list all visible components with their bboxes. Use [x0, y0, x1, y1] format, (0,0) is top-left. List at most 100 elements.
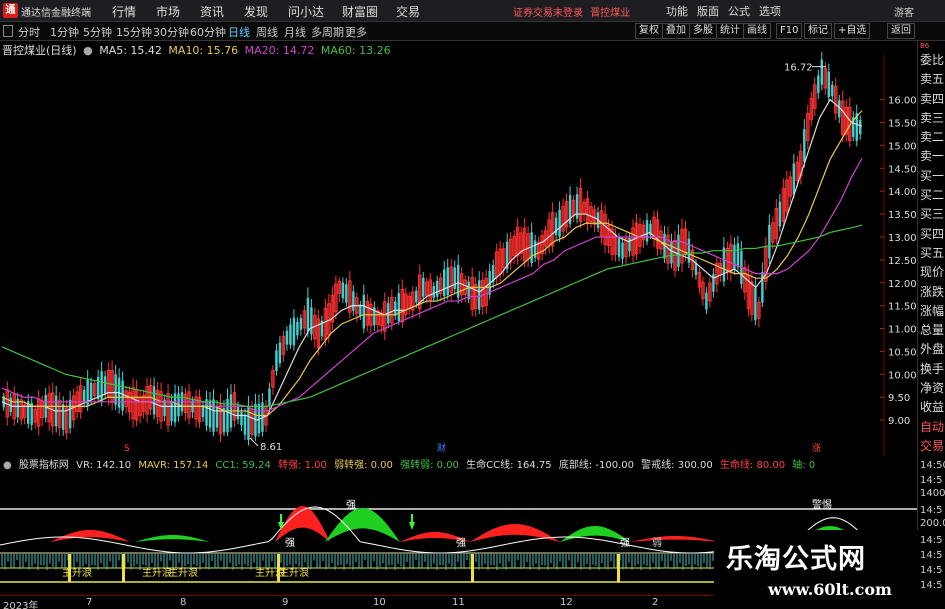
price-tick-label: 12.50 — [888, 256, 917, 267]
menu-caifuquan[interactable]: 财富圈 — [342, 3, 378, 20]
period-multi[interactable]: 多周期 — [311, 24, 344, 40]
candle-down — [278, 342, 282, 364]
guest-label[interactable]: 游客 — [894, 4, 914, 19]
candle-down — [310, 307, 313, 335]
tongji-button[interactable]: 统计 — [716, 23, 744, 39]
panel-trade[interactable]: 交易 — [918, 437, 945, 456]
menu-hangqing[interactable]: 行情 — [112, 3, 136, 20]
watermark-box: 乐淘公式网 www.60lt.com — [714, 530, 918, 608]
candle-down — [275, 350, 278, 371]
back-button[interactable]: 返回 — [887, 23, 915, 39]
panel-buy3[interactable]: 买三 — [918, 205, 945, 224]
panel-buy2[interactable]: 买二 — [918, 186, 945, 205]
date-12: 12 — [560, 597, 573, 608]
page-icon[interactable] — [3, 25, 13, 37]
panel-netasset[interactable]: 净资 — [918, 379, 945, 398]
time-label: 14:5 — [920, 580, 943, 591]
period-1min[interactable]: 1分钟 — [50, 24, 79, 40]
vr-red-hump — [630, 536, 720, 542]
panel-sell5[interactable]: 卖五 — [918, 70, 945, 89]
candle-down — [645, 220, 649, 242]
f10-button[interactable]: F10 — [776, 23, 803, 39]
period-weekly[interactable]: 周线 — [256, 24, 278, 40]
panel-buy5[interactable]: 买五 — [918, 244, 945, 263]
menu-gongshi[interactable]: 公式 — [728, 3, 750, 19]
menu-zixun[interactable]: 资讯 — [200, 3, 224, 20]
panel-sell3[interactable]: 卖三 — [918, 109, 945, 128]
candle-down — [754, 287, 757, 321]
panel-buy4[interactable]: 买四 — [918, 225, 945, 244]
trade-login-status[interactable]: 证券交易未登录 晋控煤业 — [513, 4, 630, 19]
candle-down — [170, 400, 173, 422]
candle-down — [422, 277, 425, 297]
panel-turnover[interactable]: 换手 — [918, 360, 945, 379]
period-5min[interactable]: 5分钟 — [83, 24, 112, 40]
candle-down — [268, 388, 271, 406]
period-daily[interactable]: 日线 — [228, 24, 250, 40]
candle-down — [296, 321, 299, 336]
candle-down — [443, 269, 446, 297]
menu-faxian[interactable]: 发现 — [244, 3, 268, 20]
price-tick-label: 9.50 — [888, 393, 910, 404]
low-label: 8.61 — [260, 442, 282, 453]
menu-jiaoyi[interactable]: 交易 — [396, 3, 420, 20]
panel-outer[interactable]: 外盘 — [918, 340, 945, 359]
panel-sell1[interactable]: 卖一 — [918, 147, 945, 166]
panel-weibi[interactable]: 委比 — [918, 51, 945, 70]
main-rise-marker — [122, 554, 125, 582]
period-more[interactable]: 更多 — [345, 24, 367, 40]
candle-down — [89, 382, 93, 400]
menu-xuanxiang[interactable]: 选项 — [759, 3, 781, 19]
price-tick-label: 15.50 — [888, 119, 917, 130]
panel-change-pct[interactable]: 涨幅 — [918, 302, 945, 321]
panel-volume[interactable]: 总量 — [918, 321, 945, 340]
menu-gongneng[interactable]: 功能 — [666, 3, 688, 19]
panel-buy1[interactable]: 买一 — [918, 167, 945, 186]
candle-down — [299, 318, 303, 330]
huaxian-button[interactable]: 画线 — [743, 23, 771, 39]
period-15min[interactable]: 15分钟 — [116, 24, 152, 40]
add-favorite-button[interactable]: +自选 — [834, 23, 871, 39]
menu-wenxiaoda[interactable]: 问小达 — [288, 3, 324, 20]
candle-down — [96, 376, 100, 400]
period-fenshi[interactable]: 分时 — [18, 24, 40, 40]
candle-down — [212, 399, 215, 432]
title-bar: 通 通达信金融终端 行情 市场 资讯 发现 问小达 财富圈 交易 证券交易未登录… — [0, 0, 945, 22]
candle-down — [792, 163, 796, 195]
period-toolbar: 分时 1分钟 5分钟 15分钟 30分钟 60分钟 日线 周线 月线 多周期 更… — [0, 22, 945, 41]
time-label: 14:5 — [920, 550, 943, 561]
candle-down — [453, 267, 456, 289]
duogu-button[interactable]: 多股 — [689, 23, 717, 39]
panel-price[interactable]: 现价 — [918, 263, 945, 282]
candle-down — [397, 293, 401, 322]
price-tick-label: 9.00 — [888, 416, 910, 427]
menu-shichang[interactable]: 市场 — [156, 3, 180, 20]
menu-banmian[interactable]: 版面 — [697, 3, 719, 19]
indicator-text-label: 警惕 — [812, 498, 832, 511]
kline-chart-area[interactable]: 晋控煤业(日线) ● MA5: 15.42 MA10: 15.76 MA20: … — [0, 41, 917, 456]
candle-down — [100, 371, 103, 402]
panel-sell2[interactable]: 卖二 — [918, 128, 945, 147]
diejia-button[interactable]: 叠加 — [662, 23, 690, 39]
fuquan-button[interactable]: 复权 — [635, 23, 663, 39]
ind-ytick-1400: 1400.0 — [920, 488, 945, 499]
candle-down — [103, 376, 107, 394]
candle-down — [236, 405, 240, 420]
period-30min[interactable]: 30分钟 — [153, 24, 189, 40]
high-label: 16.72 — [784, 63, 813, 74]
price-tick-label: 11.00 — [888, 325, 917, 336]
date-7: 7 — [86, 597, 93, 608]
ma-line-ma20 — [1, 157, 863, 412]
period-monthly[interactable]: 月线 — [284, 24, 306, 40]
panel-earnings[interactable]: 收益 — [918, 398, 945, 417]
biaoji-button[interactable]: 标记 — [804, 23, 832, 39]
candle-down — [621, 242, 624, 259]
panel-sell4[interactable]: 卖四 — [918, 90, 945, 109]
period-60min[interactable]: 60分钟 — [190, 24, 226, 40]
panel-change[interactable]: 涨跌 — [918, 283, 945, 302]
time-label: 14:5 — [920, 565, 943, 576]
panel-auto[interactable]: 自动 — [918, 418, 945, 437]
indicator-text-label: 强 — [456, 537, 466, 549]
vr-red-hump — [275, 506, 330, 542]
marker-cai: 财 — [437, 442, 446, 454]
